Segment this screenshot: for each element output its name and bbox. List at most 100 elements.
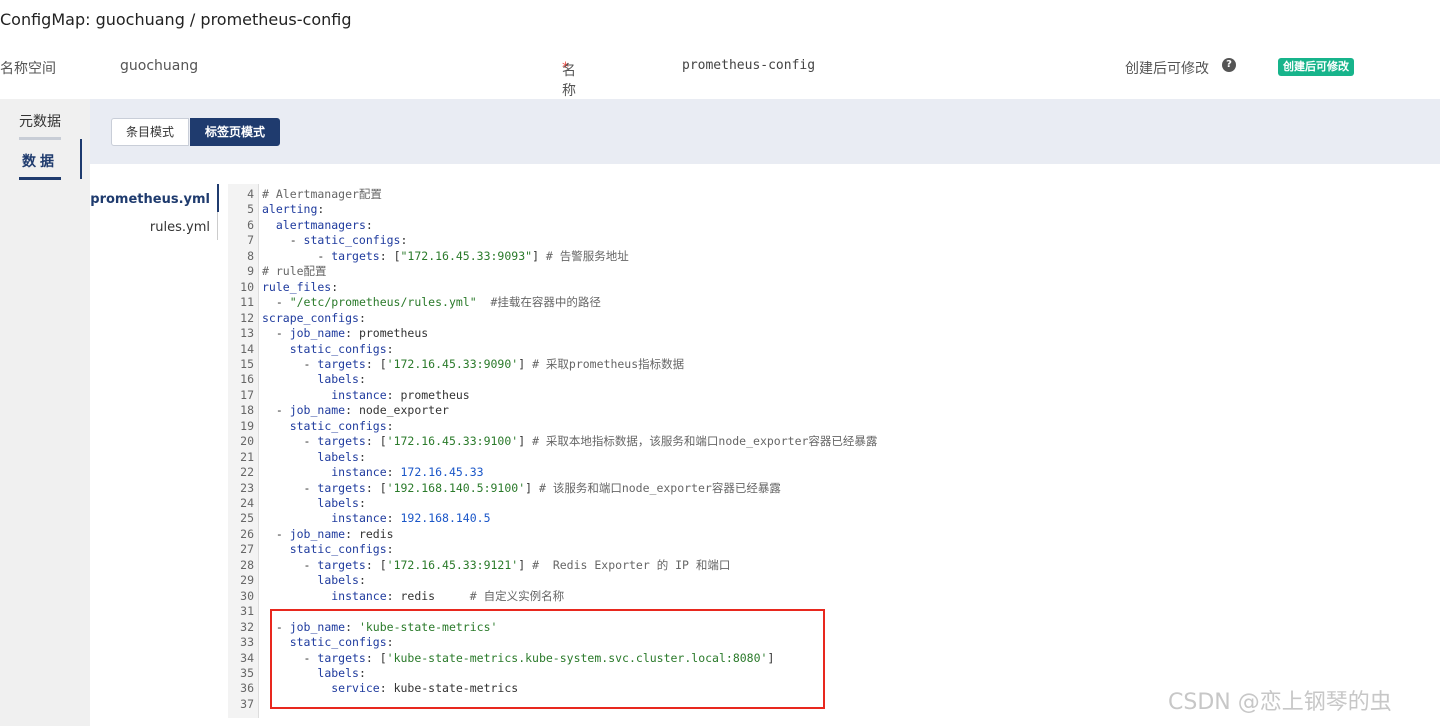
code-line: 24 labels:	[228, 496, 1428, 512]
line-number: 7	[247, 233, 254, 248]
name-value: prometheus-config	[682, 58, 816, 73]
line-number: 20	[240, 434, 254, 449]
line-number: 16	[240, 372, 254, 387]
code-text: instance: redis # 自定义实例名称	[331, 588, 565, 603]
code-text: rule_files:	[262, 279, 339, 294]
line-number: 30	[240, 588, 254, 603]
code-line: 28 - targets: ['172.16.45.33:9121'] # Re…	[228, 558, 1428, 574]
meta-row: 名称空间 guochuang * 名称 prometheus-config 创建后…	[0, 56, 1440, 99]
code-text: labels:	[317, 496, 366, 510]
code-text: - targets: ["172.16.45.33:9093"] # 告警服务地…	[262, 248, 629, 263]
code-line: 11 - "/etc/prometheus/rules.yml" #挂载在容器中…	[228, 295, 1428, 311]
code-text: - targets: ['172.16.45.33:9090'] # 采取pro…	[262, 356, 685, 371]
code-line: 6 alertmanagers:	[228, 218, 1428, 234]
code-line: 7 - static_configs:	[228, 233, 1428, 249]
code-text: scrape_configs:	[262, 310, 366, 325]
line-number: 4	[247, 187, 254, 201]
line-number: 26	[240, 526, 254, 541]
line-number: 35	[240, 665, 254, 680]
line-number: 37	[240, 696, 254, 711]
code-line: 21 labels:	[228, 450, 1428, 466]
code-text: instance: 172.16.45.33	[331, 465, 484, 480]
code-text: - static_configs:	[262, 233, 408, 248]
file-tab-rules-yml[interactable]: rules.yml	[150, 220, 210, 235]
nav-item-data[interactable]: 数据	[19, 151, 61, 180]
line-number: 33	[240, 635, 254, 650]
code-line: 26 - job_name: redis	[228, 527, 1428, 543]
editable-label: 创建后可修改	[1125, 61, 1209, 77]
line-number: 23	[240, 480, 254, 495]
line-number: 25	[240, 511, 254, 526]
code-text: static_configs:	[289, 542, 394, 557]
name-label-text: 名称	[562, 63, 576, 99]
code-line: 10 rule_files:	[228, 280, 1428, 296]
code-line: 4 # Alertmanager配置	[228, 187, 1428, 203]
code-text: - targets: ['192.168.140.5:9100'] # 该服务和…	[262, 480, 781, 495]
line-number: 15	[240, 356, 254, 371]
code-line: 20 - targets: ['172.16.45.33:9100'] # 采取…	[228, 434, 1428, 450]
code-text: - "/etc/prometheus/rules.yml" #挂载在容器中的路径	[262, 295, 601, 310]
line-number: 5	[247, 202, 254, 217]
line-number: 24	[240, 496, 254, 510]
nav-active-indicator	[80, 139, 82, 179]
code-line: 29 labels:	[228, 573, 1428, 589]
line-number: 14	[240, 341, 254, 356]
tab-mode-button[interactable]: 标签页模式	[190, 118, 281, 146]
line-number: 28	[240, 557, 254, 572]
line-number: 11	[240, 295, 254, 310]
line-number: 22	[240, 465, 254, 480]
code-line: 8 - targets: ["172.16.45.33:9093"] # 告警服…	[228, 249, 1428, 265]
list-mode-button[interactable]: 条目模式	[111, 118, 190, 146]
line-number: 29	[240, 573, 254, 588]
line-number: 12	[240, 310, 254, 325]
file-tab-prometheus-yml[interactable]: prometheus.yml	[90, 192, 210, 207]
namespace-value: guochuang	[120, 58, 199, 74]
code-text: # rule配置	[262, 264, 327, 279]
code-line: 9 # rule配置	[228, 264, 1428, 280]
code-line: 16 labels:	[228, 372, 1428, 388]
code-text: - job_name: redis	[262, 526, 394, 541]
line-number: 27	[240, 542, 254, 557]
line-number: 21	[240, 449, 254, 464]
line-number: 9	[247, 264, 254, 279]
code-line: 25 instance: 192.168.140.5	[228, 511, 1428, 527]
code-line: 18 - job_name: node_exporter	[228, 403, 1428, 419]
code-line: 27 static_configs:	[228, 542, 1428, 558]
code-text: instance: prometheus	[331, 387, 470, 402]
code-line: 30 instance: redis # 自定义实例名称	[228, 589, 1428, 605]
code-text: - targets: ['172.16.45.33:9100'] # 采取本地指…	[262, 434, 878, 449]
help-icon[interactable]: ?	[1222, 58, 1236, 72]
code-line: 17 instance: prometheus	[228, 388, 1428, 404]
mode-toolbar: 条目模式 标签页模式	[90, 99, 1440, 164]
code-text: instance: 192.168.140.5	[331, 511, 491, 526]
line-number: 31	[240, 604, 254, 619]
line-number: 36	[240, 681, 254, 696]
line-number: 17	[240, 387, 254, 402]
line-number: 10	[240, 279, 254, 294]
highlight-box	[270, 609, 825, 709]
line-number: 19	[240, 418, 254, 433]
code-text: labels:	[317, 449, 366, 464]
watermark: CSDN @恋上钢琴的虫	[1168, 690, 1392, 715]
editable-badge: 创建后可修改	[1278, 58, 1354, 76]
line-number: 32	[240, 619, 254, 634]
file-tab-divider	[217, 212, 218, 240]
code-line: 5 alerting:	[228, 202, 1428, 218]
code-line: 19 static_configs:	[228, 419, 1428, 435]
code-text: labels:	[317, 372, 366, 387]
nav-item-metadata[interactable]: 元数据	[19, 111, 61, 140]
code-text: - targets: ['172.16.45.33:9121'] # Redis…	[262, 557, 731, 572]
code-line: 23 - targets: ['192.168.140.5:9100'] # 该…	[228, 481, 1428, 497]
line-number: 18	[240, 403, 254, 418]
code-line: 12 scrape_configs:	[228, 311, 1428, 327]
code-text: - job_name: prometheus	[262, 326, 429, 341]
namespace-label: 名称空间	[0, 61, 56, 77]
line-number: 6	[247, 217, 254, 232]
code-line: 15 - targets: ['172.16.45.33:9090'] # 采取…	[228, 357, 1428, 373]
page-title: ConfigMap: guochuang / prometheus-config	[0, 10, 352, 29]
code-line: 13 - job_name: prometheus	[228, 326, 1428, 342]
code-text: alerting:	[262, 202, 325, 217]
code-text: alertmanagers:	[275, 217, 373, 232]
code-text: static_configs:	[289, 341, 394, 356]
file-tab-active-indicator	[217, 184, 219, 212]
